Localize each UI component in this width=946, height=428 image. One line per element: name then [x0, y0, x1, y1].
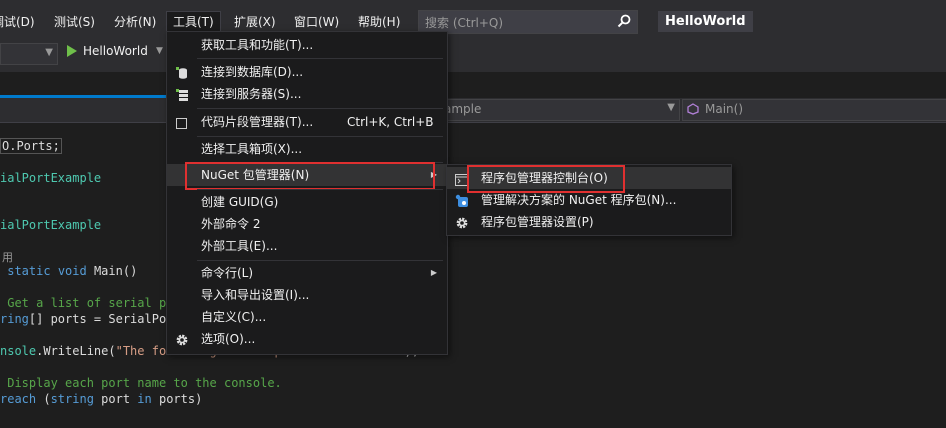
- submenu-arrow-icon: ▶: [430, 268, 437, 277]
- play-icon[interactable]: [66, 44, 78, 61]
- menu-item-connect-database[interactable]: 连接到数据库(D)...: [167, 61, 447, 83]
- code-line: O.Ports;: [0, 138, 62, 154]
- gear-icon: [175, 332, 189, 354]
- menu-item-external-tools[interactable]: 外部工具(E)...: [167, 235, 447, 257]
- menu-help[interactable]: 帮助(H): [358, 12, 400, 32]
- run-button-label[interactable]: HelloWorld: [83, 44, 148, 58]
- code-line: static void Main(): [7, 264, 138, 278]
- menu-test[interactable]: 测试(S): [54, 12, 95, 32]
- menu-window[interactable]: 窗口(W): [294, 12, 339, 32]
- code-line: ring[] ports = SerialPor: [0, 312, 174, 326]
- menu-item-options[interactable]: 选项(O)...: [167, 328, 447, 350]
- menu-separator: [197, 58, 443, 59]
- search-placeholder: 搜索 (Ctrl+Q): [425, 16, 504, 30]
- method-icon: [687, 103, 699, 118]
- search-input[interactable]: 搜索 (Ctrl+Q): [418, 10, 638, 34]
- menu-item-get-tools[interactable]: 获取工具和功能(T)...: [167, 34, 447, 56]
- menu-debug[interactable]: 调试(D): [0, 12, 35, 32]
- menu-item-command-line[interactable]: 命令行(L) ▶: [167, 262, 447, 284]
- menu-item-connect-server[interactable]: 连接到服务器(S)...: [167, 83, 447, 105]
- menu-separator: [197, 108, 443, 109]
- menu-item-import-export[interactable]: 导入和导出设置(I)...: [167, 284, 447, 306]
- menu-separator: [197, 136, 443, 137]
- navigation-bar: ample ▼ Main(): [0, 95, 946, 123]
- member-dropdown-value: Main(): [705, 102, 744, 116]
- config-combo[interactable]: ▼: [0, 43, 58, 65]
- menu-item-external-command[interactable]: 外部命令 2: [167, 213, 447, 235]
- chevron-down-icon: ▼: [45, 47, 53, 58]
- code-line: reach (string port in ports): [0, 392, 203, 406]
- checkbox-icon: [175, 115, 188, 137]
- menu-item-choose-toolbox[interactable]: 选择工具箱项(X)...: [167, 138, 447, 160]
- code-line: ialPortExample: [0, 171, 102, 185]
- tools-menu: 获取工具和功能(T)... 连接到数据库(D)... 连接到服务器(S)... …: [166, 31, 448, 355]
- menu-item-manage-nuget[interactable]: 管理解决方案的 NuGet 程序包(N)...: [447, 189, 731, 211]
- menu-separator: [197, 260, 443, 261]
- reference-count[interactable]: 用: [2, 249, 13, 265]
- menu-item-customize[interactable]: 自定义(C)...: [167, 306, 447, 328]
- menu-analyze[interactable]: 分析(N): [114, 12, 156, 32]
- menu-item-snippet-manager[interactable]: 代码片段管理器(T)... Ctrl+K, Ctrl+B: [167, 111, 447, 133]
- nuget-submenu: 程序包管理器控制台(O) 管理解决方案的 NuGet 程序包(N)... 程序包…: [446, 164, 732, 236]
- search-icon[interactable]: [617, 14, 631, 31]
- highlight-box: [185, 162, 435, 190]
- shortcut-text: Ctrl+K, Ctrl+B: [347, 115, 434, 129]
- code-line: Display each port name to the console.: [7, 376, 282, 390]
- chevron-down-icon: ▼: [667, 102, 675, 113]
- member-dropdown[interactable]: Main(): [682, 99, 946, 121]
- code-line: ialPortExample: [0, 218, 102, 232]
- solution-title: HelloWorld: [658, 11, 753, 32]
- menu-item-package-settings[interactable]: 程序包管理器设置(P): [447, 211, 731, 233]
- server-icon: [175, 87, 189, 109]
- chevron-down-icon[interactable]: ▼: [156, 46, 163, 56]
- toolbar: ▼ HelloWorld ▼: [0, 40, 946, 72]
- menu-item-create-guid[interactable]: 创建 GUID(G): [167, 191, 447, 213]
- menu-bar: 调试(D) 测试(S) 分析(N) 工具(T) 扩展(X) 窗口(W) 帮助(H…: [0, 0, 946, 41]
- type-dropdown[interactable]: ample ▼: [440, 99, 680, 121]
- type-dropdown-value: ample: [444, 102, 482, 116]
- code-line: Get a list of serial po: [7, 296, 174, 310]
- menu-separator: [197, 189, 443, 190]
- menu-extensions[interactable]: 扩展(X): [234, 12, 276, 32]
- gear-icon: [455, 215, 469, 237]
